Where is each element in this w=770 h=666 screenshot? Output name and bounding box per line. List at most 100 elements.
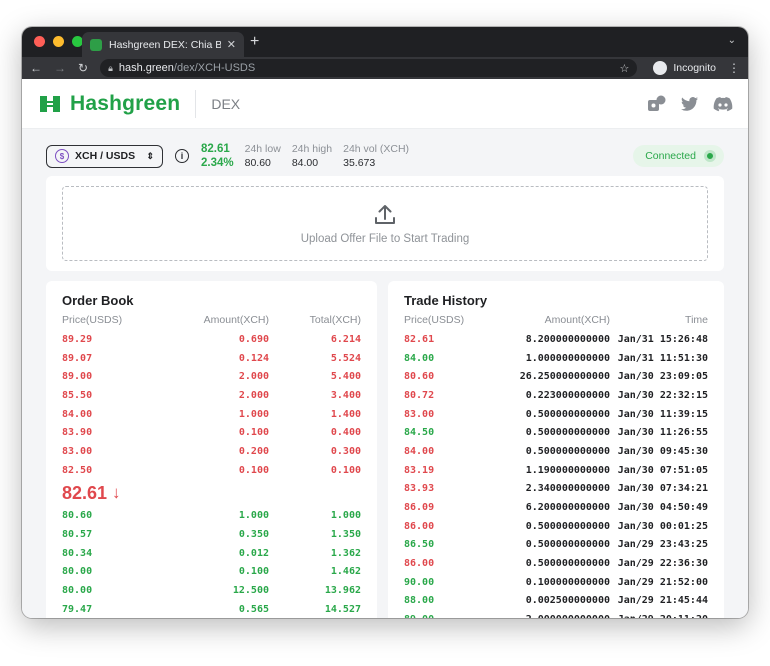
table-row[interactable]: 86.50 0.500000000000 Jan/29 23:43:25 (404, 536, 708, 555)
price-column-header: Price(USDS) (62, 314, 123, 326)
offer-file-dropzone[interactable]: Upload Offer File to Start Trading (62, 186, 708, 261)
url-path: /dex/XCH-USDS (173, 62, 256, 74)
table-row[interactable]: 82.61 8.200000000000 Jan/31 15:26:48 (404, 330, 708, 349)
table-row[interactable]: 85.50 2.000 3.400 (62, 386, 361, 405)
bookmark-star-icon[interactable]: ☆ (620, 62, 630, 75)
price-change: 2.34% (201, 157, 234, 169)
table-row[interactable]: 84.00 1.000 1.400 (62, 405, 361, 424)
incognito-indicator[interactable]: Incognito (653, 61, 716, 75)
trade-price: 86.00 (404, 520, 435, 532)
bid-price: 80.00 (62, 566, 93, 578)
table-row[interactable]: 86.00 0.500000000000 Jan/30 00:01:25 (404, 517, 708, 536)
discord-icon[interactable] (713, 95, 733, 113)
mid-price: 82.61 ↓ (62, 480, 361, 507)
amount-column-header: Amount(XCH) (544, 314, 610, 326)
order-book-panel: Order Book Price(USDS) Amount(XCH) Total… (46, 281, 377, 618)
ask-amount: 1.000 (238, 408, 269, 420)
ask-total: 0.100 (330, 464, 361, 476)
trade-time: Jan/29 21:52:00 (617, 576, 708, 588)
table-row[interactable]: 82.50 0.100 0.100 (62, 461, 361, 480)
table-row[interactable]: 89.29 0.690 6.214 (62, 330, 361, 349)
bid-price: 79.47 (62, 603, 93, 615)
browser-window: Hashgreen DEX: Chia Blockcha ✕ + ⌄ ← → ↻… (22, 27, 748, 618)
ask-amount: 0.124 (238, 352, 269, 364)
reload-icon[interactable]: ↻ (78, 61, 88, 75)
table-row[interactable]: 80.72 0.223000000000 Jan/30 22:32:15 (404, 386, 708, 405)
trade-amount: 0.500000000000 (525, 558, 610, 570)
incognito-icon (653, 61, 668, 75)
table-row[interactable]: 80.60 1.000 1.000 (62, 507, 361, 526)
hashgreen-logo[interactable]: Hashgreen (37, 92, 180, 116)
table-row[interactable]: 84.50 0.500000000000 Jan/30 11:26:55 (404, 423, 708, 442)
table-row[interactable]: 80.34 0.012 1.362 (62, 544, 361, 563)
ask-amount: 0.100 (238, 464, 269, 476)
close-window-button[interactable] (34, 36, 45, 47)
trade-price: 83.00 (404, 408, 435, 420)
bid-amount: 0.350 (238, 529, 269, 541)
trade-time: Jan/30 07:34:21 (617, 483, 708, 495)
bid-amount: 12.500 (232, 585, 269, 597)
trade-amount: 0.223000000000 (525, 389, 610, 401)
ask-price: 83.90 (62, 427, 93, 439)
hashgreen-logo-icon (40, 95, 60, 112)
table-row[interactable]: 83.90 0.100 0.400 (62, 423, 361, 442)
section-label: DEX (211, 95, 241, 112)
table-row[interactable]: 83.93 2.340000000000 Jan/30 07:34:21 (404, 480, 708, 499)
trade-time: Jan/29 23:43:25 (617, 539, 708, 551)
table-row[interactable]: 80.57 0.350 1.350 (62, 525, 361, 544)
browser-menu-icon[interactable]: ⋮ (728, 61, 740, 75)
trade-time: Jan/30 07:51:05 (617, 464, 708, 476)
low-label: 24h low (244, 143, 281, 155)
trade-time: Jan/29 20:11:20 (610, 614, 708, 618)
ask-amount: 0.100 (238, 427, 269, 439)
ask-total: 5.400 (330, 371, 361, 383)
browser-tab[interactable]: Hashgreen DEX: Chia Blockcha ✕ (82, 32, 244, 57)
table-row[interactable]: 89.07 0.124 5.524 (62, 349, 361, 368)
trade-amount: 0.500000000000 (525, 427, 610, 439)
hashgreen-favicon-icon (90, 38, 102, 51)
medium-icon[interactable] (647, 95, 667, 113)
table-row[interactable]: 83.19 1.190000000000 Jan/30 07:51:05 (404, 461, 708, 480)
table-row[interactable]: 80.00 0.100 1.462 (62, 563, 361, 582)
table-row[interactable]: 84.00 1.000000000000 Jan/31 11:51:30 (404, 349, 708, 368)
time-column-header: Time (685, 314, 708, 326)
trade-amount: 0.500000000000 (525, 539, 610, 551)
trade-price: 83.19 (404, 464, 435, 476)
connection-status-badge[interactable]: Connected (633, 145, 724, 167)
trade-amount: 8.200000000000 (525, 333, 610, 345)
mid-price-value: 82.61 (62, 482, 108, 503)
table-row[interactable]: 90.00 0.100000000000 Jan/29 21:52:00 (404, 573, 708, 592)
table-row[interactable]: 86.00 0.500000000000 Jan/29 22:36:30 (404, 554, 708, 573)
upload-icon (375, 204, 395, 224)
address-bar[interactable]: 🔒︎ hash.green/dex/XCH-USDS ☆ (100, 59, 638, 77)
twitter-icon[interactable] (680, 95, 700, 113)
header-divider (195, 89, 197, 118)
info-icon[interactable]: i (175, 149, 189, 163)
forward-arrow-icon[interactable]: → (54, 61, 66, 75)
table-row[interactable]: 89.00 2.000 5.400 (62, 367, 361, 386)
table-row[interactable]: 79.47 0.565 14.527 (62, 600, 361, 618)
table-row[interactable]: 83.00 0.200 0.300 (62, 442, 361, 461)
table-row[interactable]: 83.00 0.500000000000 Jan/30 11:39:15 (404, 405, 708, 424)
ask-price: 89.29 (62, 333, 93, 345)
trade-price: 89.00 (404, 614, 484, 618)
tab-search-chevron-icon[interactable]: ⌄ (728, 35, 736, 46)
table-row[interactable]: 86.09 6.200000000000 Jan/30 04:50:49 (404, 498, 708, 517)
new-tab-button[interactable]: + (250, 33, 259, 51)
table-row[interactable]: 88.00 0.002500000000 Jan/29 21:45:44 (404, 592, 708, 611)
table-row[interactable]: 80.00 12.500 13.962 (62, 581, 361, 600)
table-row[interactable]: 80.60 26.250000000000 Jan/30 23:09:05 (404, 367, 708, 386)
bid-price: 80.60 (62, 510, 93, 522)
lock-icon: 🔒︎ (108, 62, 113, 73)
bid-list: 80.60 1.000 1.000 80.57 0.350 1.350 80.34 0.012… (62, 507, 361, 619)
dollar-coin-icon: $ (55, 149, 69, 163)
minimize-window-button[interactable] (53, 36, 64, 47)
bid-total: 1.000 (330, 510, 361, 522)
back-arrow-icon[interactable]: ← (30, 61, 42, 75)
pair-selector[interactable]: $ XCH / USDS ⇕ (46, 144, 163, 168)
trade-list: 82.61 8.200000000000 Jan/31 15:26:48 84.00 1… (404, 330, 708, 618)
trade-amount: 0.100000000000 (525, 576, 610, 588)
close-tab-icon[interactable]: ✕ (227, 38, 236, 51)
table-row[interactable]: 84.00 0.500000000000 Jan/30 09:45:30 (404, 442, 708, 461)
table-row[interactable]: 89.002.000000000000Jan/29 20:11:20 (404, 610, 708, 618)
